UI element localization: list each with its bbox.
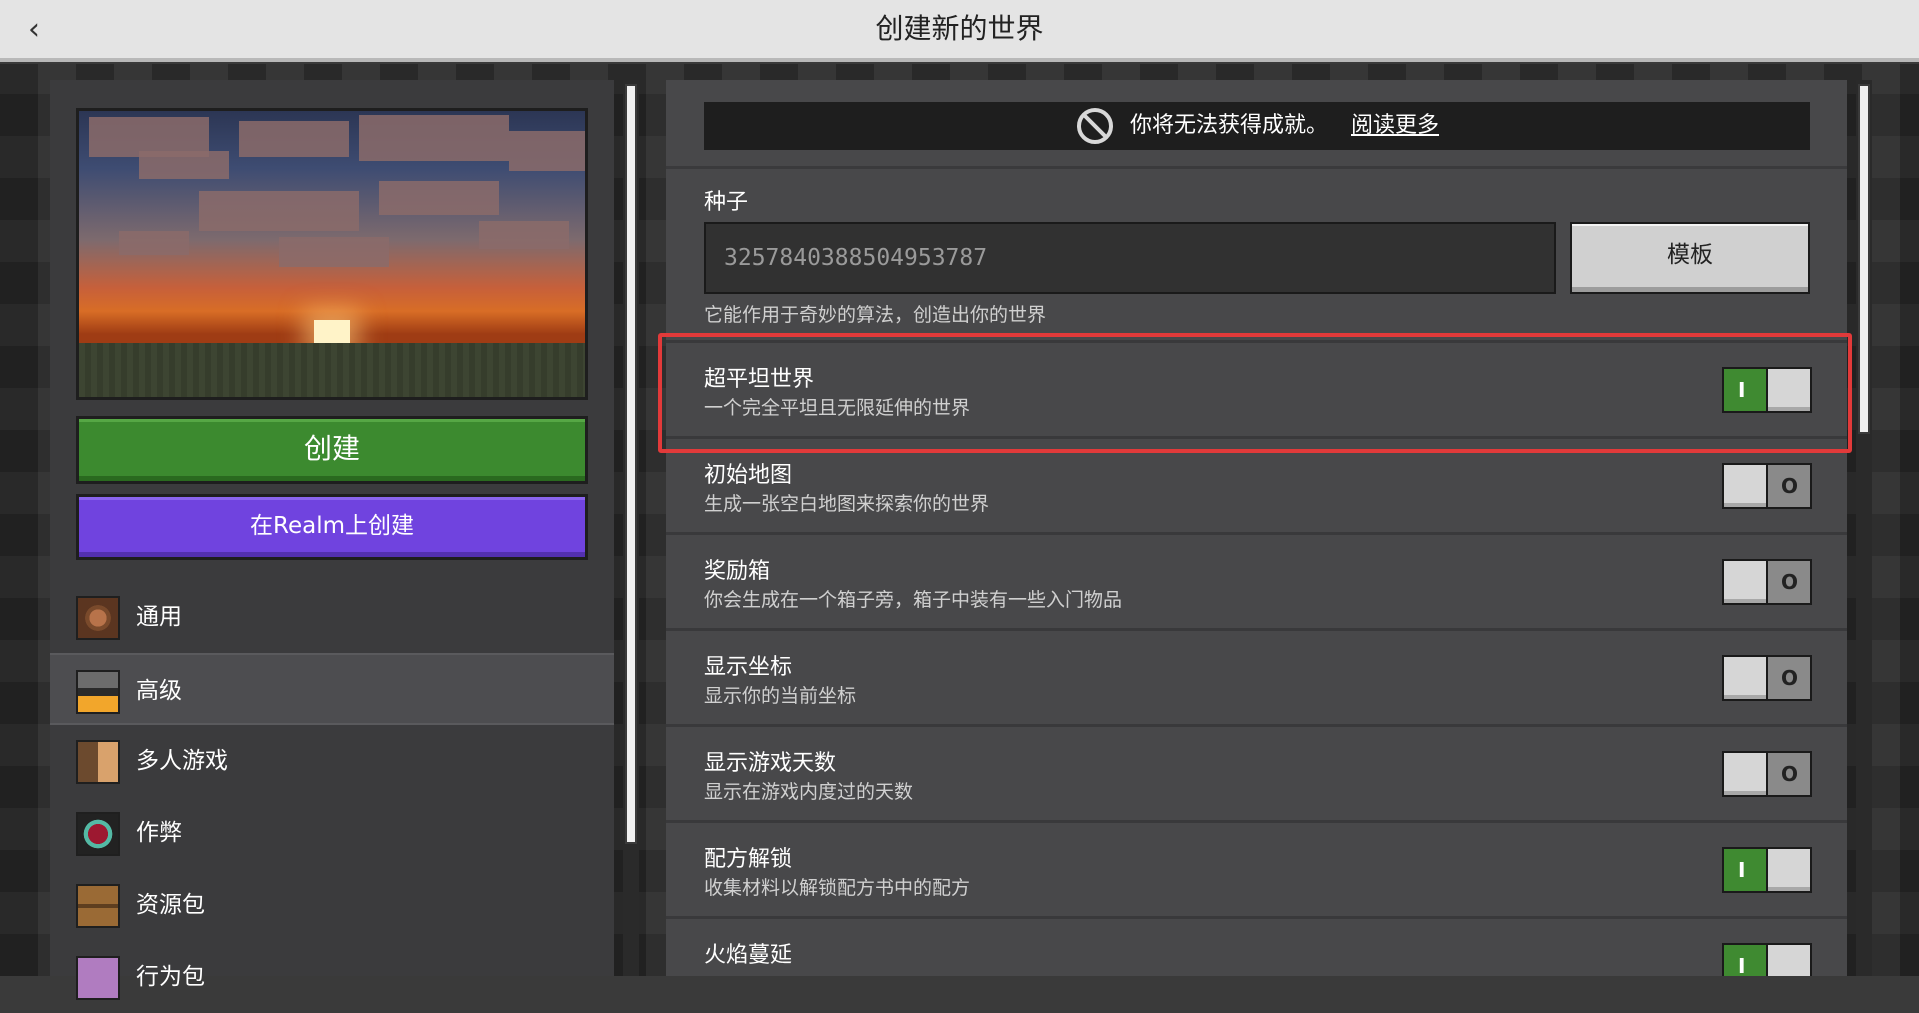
template-button[interactable]: 模板 <box>1570 222 1810 294</box>
toggle-knob <box>1766 943 1812 976</box>
toggle-off-mark: O <box>1780 474 1798 498</box>
setting-fire-spread: 火焰蔓延 I <box>666 916 1847 976</box>
divider <box>666 166 1847 169</box>
setting-title: 火焰蔓延 <box>704 943 793 968</box>
setting-description: 显示在游戏内度过的天数 <box>704 781 914 803</box>
starting-map-toggle[interactable]: O <box>1722 463 1812 509</box>
create-on-realm-button[interactable]: 在Realm上创建 <box>76 494 588 560</box>
show-coordinates-toggle[interactable]: O <box>1722 655 1812 701</box>
nav-item-label: 高级 <box>136 678 182 704</box>
read-more-link[interactable]: 阅读更多 <box>1351 113 1439 138</box>
players-icon <box>76 740 120 784</box>
setting-title: 显示坐标 <box>704 655 793 680</box>
behavior-icon <box>76 956 120 1000</box>
setting-starting-map: 初始地图 生成一张空白地图来探索你的世界 O <box>666 436 1847 532</box>
nav-item-label: 行为包 <box>136 964 205 990</box>
toggle-on-mark: I <box>1738 858 1746 882</box>
furnace-icon <box>76 670 120 714</box>
nav-item-label: 多人游戏 <box>136 748 228 774</box>
toggle-knob <box>1722 559 1768 605</box>
top-bar: ‹ 创建新的世界 <box>0 0 1919 62</box>
nav-item-general[interactable]: 通用 <box>50 581 614 653</box>
fire-spread-toggle[interactable]: I <box>1722 943 1812 976</box>
toggle-on-mark: I <box>1738 378 1746 402</box>
setting-description: 显示你的当前坐标 <box>704 685 857 707</box>
toggle-knob <box>1722 463 1768 509</box>
setting-bonus-chest: 奖励箱 你会生成在一个箱子旁，箱子中装有一些入门物品 O <box>666 532 1847 628</box>
page-title: 创建新的世界 <box>875 12 1044 45</box>
toggle-knob <box>1766 847 1812 893</box>
settings-nav: 通用 高级 多人游戏 作弊 资源包 行为包 <box>50 581 614 1013</box>
setting-description: 你会生成在一个箱子旁，箱子中装有一些入门物品 <box>704 589 1123 611</box>
seed-input[interactable]: 3257840388504953787 <box>704 222 1556 294</box>
setting-description: 生成一张空白地图来探索你的世界 <box>704 493 990 515</box>
setting-title: 显示游戏天数 <box>704 751 837 776</box>
setting-flat-world: 超平坦世界 一个完全平坦且无限延伸的世界 I <box>666 340 1847 436</box>
left-scrollbar-thumb[interactable] <box>625 84 637 844</box>
nav-item-resource-packs[interactable]: 资源包 <box>50 869 614 941</box>
achievement-warning: 你将无法获得成就。 阅读更多 <box>704 102 1810 150</box>
ground <box>79 343 585 397</box>
setting-description: 收集材料以解锁配方书中的配方 <box>704 877 971 899</box>
seed-label: 种子 <box>704 190 749 215</box>
setting-title: 奖励箱 <box>704 559 771 584</box>
achievement-warning-text: 你将无法获得成就。 <box>1129 113 1328 138</box>
cheat-icon <box>76 812 120 856</box>
nav-item-advanced[interactable]: 高级 <box>50 653 614 725</box>
nav-item-cheats[interactable]: 作弊 <box>50 797 614 869</box>
show-days-played-toggle[interactable]: O <box>1722 751 1812 797</box>
setting-title: 超平坦世界 <box>704 367 815 392</box>
setting-show-days-played: 显示游戏天数 显示在游戏内度过的天数 O <box>666 724 1847 820</box>
chest-icon <box>76 884 120 928</box>
nav-item-label: 通用 <box>136 604 182 630</box>
setting-description: 一个完全平坦且无限延伸的世界 <box>704 397 971 419</box>
nav-item-label: 作弊 <box>136 820 182 846</box>
right-panel: 你将无法获得成就。 阅读更多 种子 3257840388504953787 模板… <box>666 80 1847 976</box>
recipe-unlock-toggle[interactable]: I <box>1722 847 1812 893</box>
toggle-knob <box>1722 655 1768 701</box>
bonus-chest-toggle[interactable]: O <box>1722 559 1812 605</box>
toggle-knob <box>1722 751 1768 797</box>
setting-recipe-unlock: 配方解锁 收集材料以解锁配方书中的配方 I <box>666 820 1847 916</box>
seed-hint: 它能作用于奇妙的算法，创造出你的世界 <box>704 304 1047 326</box>
right-scrollbar-thumb[interactable] <box>1858 84 1870 434</box>
toggle-off-mark: O <box>1780 762 1798 786</box>
settings-list: 超平坦世界 一个完全平坦且无限延伸的世界 I 初始地图 生成一张空白地图来探索你… <box>666 340 1847 976</box>
flat-world-toggle[interactable]: I <box>1722 367 1812 413</box>
no-achievement-icon <box>1076 108 1113 144</box>
gear-icon <box>76 596 120 640</box>
setting-show-coordinates: 显示坐标 显示你的当前坐标 O <box>666 628 1847 724</box>
create-button[interactable]: 创建 <box>76 416 588 484</box>
toggle-knob <box>1766 367 1812 413</box>
setting-title: 配方解锁 <box>704 847 793 872</box>
toggle-off-mark: O <box>1780 666 1798 690</box>
toggle-off-mark: O <box>1780 570 1798 594</box>
left-panel: 创建 在Realm上创建 通用 高级 多人游戏 作弊 资源包 行为包 <box>50 80 614 1000</box>
nav-item-multiplayer[interactable]: 多人游戏 <box>50 725 614 797</box>
toggle-on-mark: I <box>1738 954 1746 976</box>
setting-title: 初始地图 <box>704 463 793 488</box>
nav-item-behavior-packs[interactable]: 行为包 <box>50 941 614 1013</box>
world-preview-image <box>76 108 588 400</box>
nav-item-label: 资源包 <box>136 892 205 918</box>
